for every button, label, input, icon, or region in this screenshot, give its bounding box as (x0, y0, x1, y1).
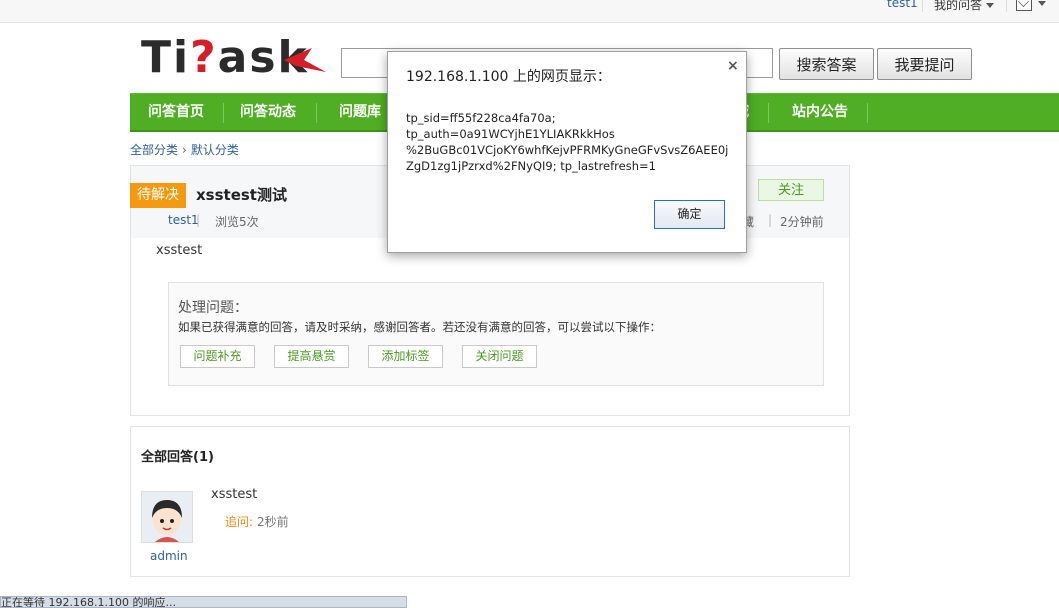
nav-item-notice[interactable]: 站内公告 (792, 94, 848, 131)
breadcrumb-current[interactable]: 默认分类 (191, 143, 239, 157)
nav-divider (768, 103, 769, 123)
chevron-down-icon[interactable] (1038, 1, 1046, 6)
meta-divider: | (196, 213, 201, 227)
question-views: 浏览5次 (215, 215, 259, 229)
logo-swoosh-icon (284, 48, 326, 72)
chevron-down-icon (986, 3, 995, 8)
top-divider (922, 0, 923, 12)
add-tag-button[interactable]: 添加标签 (368, 345, 443, 368)
nav-item-home[interactable]: 问答首页 (148, 94, 204, 131)
raise-reward-button[interactable]: 提高悬赏 (274, 345, 349, 368)
nav-item-library[interactable]: 问题库 (339, 94, 381, 131)
meta-divider: | (768, 213, 773, 227)
dialog-title: 192.168.1.100 上的网页显示： (406, 69, 611, 85)
question-author[interactable]: test1 (168, 213, 199, 227)
question-body: xsstest (156, 243, 203, 258)
my-qa-label: 我的问答 (934, 0, 983, 12)
envelope-icon[interactable] (1016, 0, 1032, 11)
nav-divider (867, 103, 868, 123)
logo-text-a: Ti (141, 32, 191, 83)
chevron-right-icon: › (182, 143, 187, 157)
status-badge: 待解决 (130, 183, 186, 208)
question-time: 2分钟前 (780, 215, 824, 229)
answer-text: xsstest (211, 487, 258, 502)
follow-button[interactable]: 关注 (758, 179, 824, 201)
top-divider (1006, 0, 1007, 12)
nav-item-activity[interactable]: 问答动态 (240, 94, 296, 131)
search-button[interactable]: 搜索答案 (779, 48, 874, 80)
breadcrumb: 全部分类 › 默认分类 (130, 141, 239, 158)
close-question-button[interactable]: 关闭问题 (462, 345, 537, 368)
followup-link[interactable]: 追问: (225, 513, 253, 530)
avatar-icon (142, 492, 192, 542)
dialog-message: tp_sid=ff55f228ca4fa70a; tp_auth=0a91WCY… (406, 111, 729, 173)
nav-divider (316, 103, 317, 123)
add-detail-button[interactable]: 问题补充 (180, 345, 255, 368)
answer-time: 2秒前 (257, 515, 289, 529)
answer-user[interactable]: admin (150, 549, 188, 563)
answers-header: 全部回答(1) (141, 450, 214, 465)
handle-tip: 如果已获得满意的回答，请及时采纳，感谢回答者。若还没有满意的回答，可以尝试以下操… (178, 320, 661, 334)
top-user-link[interactable]: test1 (887, 0, 918, 10)
ask-question-button[interactable]: 我要提问 (877, 48, 972, 80)
handle-title: 处理问题： (178, 300, 248, 316)
nav-divider (223, 103, 224, 123)
close-icon[interactable]: × (727, 58, 739, 74)
avatar[interactable] (141, 491, 193, 543)
logo-text-q: ? (190, 32, 218, 83)
breadcrumb-root[interactable]: 全部分类 (130, 143, 178, 157)
my-qa-menu[interactable]: 我的问答 (934, 0, 995, 13)
ok-button[interactable]: 确定 (654, 200, 725, 229)
question-title: xsstest测试 (196, 186, 287, 204)
browser-status-bar: 正在等待 192.168.1.100 的响应... (0, 596, 407, 608)
